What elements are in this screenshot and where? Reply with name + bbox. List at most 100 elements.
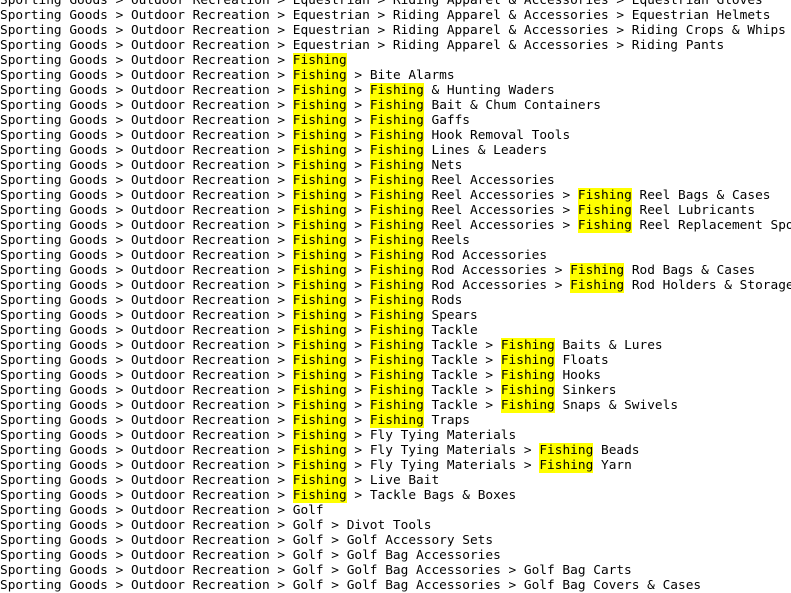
row-text: Nets xyxy=(423,158,463,173)
search-match-highlight: Fishing xyxy=(369,368,424,383)
taxonomy-row: Sporting Goods > Outdoor Recreation > Fi… xyxy=(0,368,791,383)
search-match-highlight: Fishing xyxy=(369,323,424,338)
row-text: Tackle xyxy=(423,323,478,338)
row-text: Sporting Goods > Outdoor Recreation > xyxy=(0,323,293,338)
row-text: > xyxy=(346,368,370,383)
taxonomy-row: Sporting Goods > Outdoor Recreation > Go… xyxy=(0,533,791,548)
row-text: > xyxy=(346,128,370,143)
row-text: > Live Bait xyxy=(346,473,440,488)
taxonomy-row: Sporting Goods > Outdoor Recreation > Fi… xyxy=(0,353,791,368)
row-text: Rods xyxy=(423,293,463,308)
row-text: Sporting Goods > Outdoor Recreation > xyxy=(0,293,293,308)
row-text: Lines & Leaders xyxy=(423,143,548,158)
search-match-highlight: Fishing xyxy=(292,188,347,203)
search-match-highlight: Fishing xyxy=(292,233,347,248)
search-match-highlight: Fishing xyxy=(369,413,424,428)
row-text: Sporting Goods > Outdoor Recreation > xyxy=(0,233,293,248)
taxonomy-row: Sporting Goods > Outdoor Recreation > Fi… xyxy=(0,248,791,263)
search-match-highlight: Fishing xyxy=(539,443,594,458)
row-text: > xyxy=(346,233,370,248)
search-match-highlight: Fishing xyxy=(292,338,347,353)
row-text: Sporting Goods > Outdoor Recreation > xyxy=(0,263,293,278)
taxonomy-row: Sporting Goods > Outdoor Recreation > Fi… xyxy=(0,233,791,248)
row-text: Sporting Goods > Outdoor Recreation > xyxy=(0,458,293,473)
row-text: Tackle > xyxy=(423,383,501,398)
row-text: Reels xyxy=(423,233,471,248)
row-text: & Hunting Waders xyxy=(423,83,555,98)
search-match-highlight: Fishing xyxy=(500,353,555,368)
row-text: Sporting Goods > Outdoor Recreation > Eq… xyxy=(0,0,763,8)
row-text: Sporting Goods > Outdoor Recreation > xyxy=(0,428,293,443)
search-match-highlight: Fishing xyxy=(500,398,555,413)
row-text: Sporting Goods > Outdoor Recreation > Go… xyxy=(0,503,324,518)
row-text: Floats xyxy=(554,353,609,368)
search-match-highlight: Fishing xyxy=(292,413,347,428)
search-match-highlight: Fishing xyxy=(577,203,632,218)
taxonomy-row: Sporting Goods > Outdoor Recreation > Fi… xyxy=(0,443,791,458)
search-match-highlight: Fishing xyxy=(292,218,347,233)
search-match-highlight: Fishing xyxy=(292,203,347,218)
row-text: > Bite Alarms xyxy=(346,68,455,83)
row-text: Sporting Goods > Outdoor Recreation > xyxy=(0,143,293,158)
row-text: > xyxy=(346,158,370,173)
search-match-highlight: Fishing xyxy=(292,458,347,473)
row-text: > xyxy=(346,383,370,398)
row-text: Rod Bags & Cases xyxy=(624,263,756,278)
search-match-highlight: Fishing xyxy=(500,338,555,353)
row-text: > xyxy=(346,308,370,323)
taxonomy-row: Sporting Goods > Outdoor Recreation > Fi… xyxy=(0,488,791,503)
taxonomy-row: Sporting Goods > Outdoor Recreation > Fi… xyxy=(0,398,791,413)
search-match-highlight: Fishing xyxy=(500,368,555,383)
row-text: Sporting Goods > Outdoor Recreation > xyxy=(0,443,293,458)
row-text: Tackle > xyxy=(423,368,501,383)
taxonomy-row: Sporting Goods > Outdoor Recreation > Go… xyxy=(0,548,791,563)
row-text: Sporting Goods > Outdoor Recreation > xyxy=(0,113,293,128)
taxonomy-row: Sporting Goods > Outdoor Recreation > Fi… xyxy=(0,113,791,128)
row-text: Sporting Goods > Outdoor Recreation > Eq… xyxy=(0,23,786,38)
row-text: Sporting Goods > Outdoor Recreation > Go… xyxy=(0,518,432,533)
row-text: Bait & Chum Containers xyxy=(423,98,601,113)
search-match-highlight: Fishing xyxy=(292,278,347,293)
row-text: Sporting Goods > Outdoor Recreation > xyxy=(0,398,293,413)
row-text: Baits & Lures xyxy=(554,338,663,353)
taxonomy-row: Sporting Goods > Outdoor Recreation > Fi… xyxy=(0,53,791,68)
taxonomy-row: Sporting Goods > Outdoor Recreation > Eq… xyxy=(0,23,791,38)
search-match-highlight: Fishing xyxy=(570,263,625,278)
row-text: Sporting Goods > Outdoor Recreation > xyxy=(0,338,293,353)
row-text: Sporting Goods > Outdoor Recreation > xyxy=(0,308,293,323)
row-text: > xyxy=(346,248,370,263)
row-text: Sporting Goods > Outdoor Recreation > xyxy=(0,278,293,293)
row-text: Sporting Goods > Outdoor Recreation > xyxy=(0,353,293,368)
row-text: Sporting Goods > Outdoor Recreation > Go… xyxy=(0,533,494,548)
row-text: Sporting Goods > Outdoor Recreation > Go… xyxy=(0,563,632,578)
search-match-highlight: Fishing xyxy=(369,308,424,323)
search-match-highlight: Fishing xyxy=(369,398,424,413)
search-match-highlight: Fishing xyxy=(292,398,347,413)
row-text: > xyxy=(346,113,370,128)
row-text: > xyxy=(346,338,370,353)
row-text: > Fly Tying Materials > xyxy=(346,443,540,458)
row-text: Sporting Goods > Outdoor Recreation > xyxy=(0,83,293,98)
row-text: > xyxy=(346,353,370,368)
search-match-highlight: Fishing xyxy=(292,308,347,323)
search-match-highlight: Fishing xyxy=(292,143,347,158)
taxonomy-row: Sporting Goods > Outdoor Recreation > Fi… xyxy=(0,218,791,233)
taxonomy-row: Sporting Goods > Outdoor Recreation > Fi… xyxy=(0,278,791,293)
row-text: Reel Accessories xyxy=(423,173,555,188)
row-text: > xyxy=(346,398,370,413)
row-text: Reel Accessories > xyxy=(423,203,578,218)
search-match-highlight: Fishing xyxy=(292,113,347,128)
search-match-highlight: Fishing xyxy=(292,98,347,113)
row-text: > Fly Tying Materials > xyxy=(346,458,540,473)
search-match-highlight: Fishing xyxy=(292,128,347,143)
row-text: > xyxy=(346,293,370,308)
row-text: Sporting Goods > Outdoor Recreation > xyxy=(0,203,293,218)
search-match-highlight: Fishing xyxy=(369,83,424,98)
taxonomy-row: Sporting Goods > Outdoor Recreation > Fi… xyxy=(0,308,791,323)
row-text: Sporting Goods > Outdoor Recreation > xyxy=(0,98,293,113)
search-match-highlight: Fishing xyxy=(369,338,424,353)
search-match-highlight: Fishing xyxy=(292,158,347,173)
row-text: Sporting Goods > Outdoor Recreation > xyxy=(0,188,293,203)
taxonomy-row: Sporting Goods > Outdoor Recreation > Fi… xyxy=(0,293,791,308)
search-match-highlight: Fishing xyxy=(292,443,347,458)
